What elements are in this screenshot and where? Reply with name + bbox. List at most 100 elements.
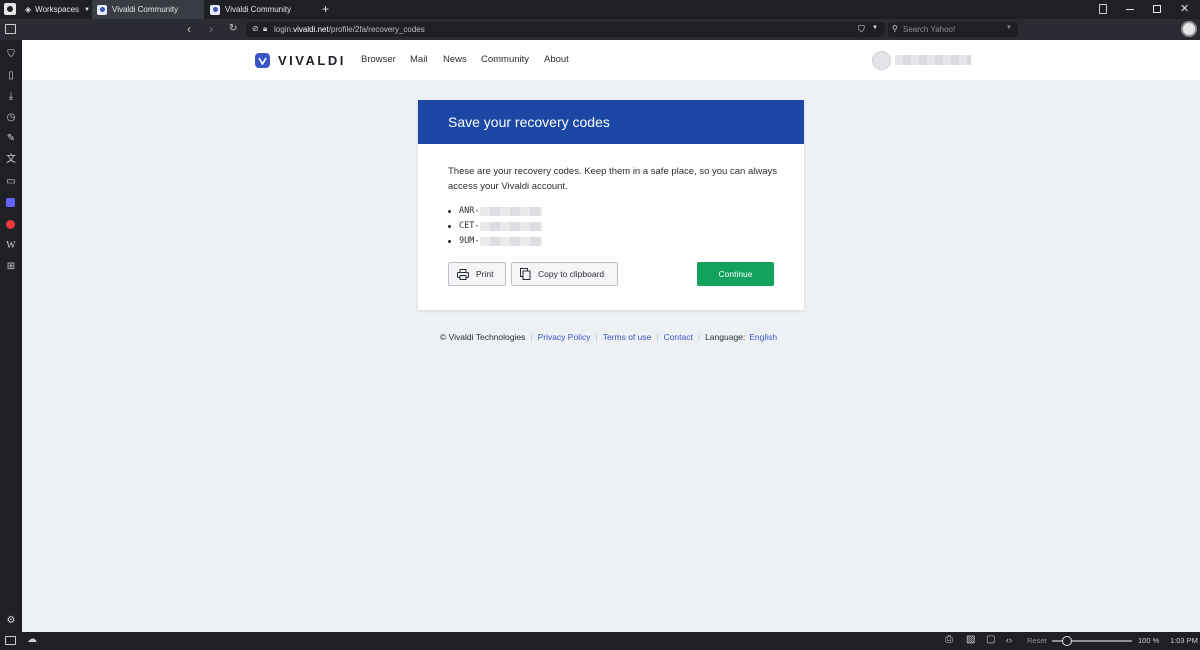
- profile-avatar-icon[interactable]: [1181, 21, 1197, 37]
- chevron-down-icon: ▼: [84, 6, 90, 13]
- username-redacted[interactable]: [895, 55, 971, 65]
- minimize-button[interactable]: [1126, 9, 1134, 10]
- page-actions-icon[interactable]: ‹›: [1006, 635, 1012, 645]
- add-web-panel-icon[interactable]: ⊞: [5, 261, 17, 273]
- workspaces-label: Workspaces: [35, 5, 80, 14]
- vivaldi-logo-icon: [255, 53, 270, 68]
- printer-icon: [457, 268, 469, 280]
- address-bar: ‹ › ↻ ⊘ 🔒︎ login.vivaldi.net/profile/2fa…: [0, 19, 1200, 40]
- recovery-code-item: CET-: [448, 221, 543, 231]
- print-label: Print: [476, 269, 494, 279]
- separator: |: [595, 332, 598, 342]
- workspaces-icon: ◈: [25, 5, 32, 14]
- code-redacted: [480, 236, 543, 246]
- bookmarks-panel-icon[interactable]: ⛉: [5, 49, 17, 61]
- lock-icon: 🔒︎: [263, 24, 268, 33]
- zoom-slider-handle[interactable]: [1062, 636, 1072, 646]
- vivaldi-menu-icon[interactable]: [4, 3, 16, 15]
- url-text: login.vivaldi.net/profile/2fa/recovery_c…: [274, 25, 425, 34]
- tab-title: Vivaldi Community: [112, 5, 179, 14]
- privacy-policy-link[interactable]: Privacy Policy: [538, 332, 591, 342]
- history-icon[interactable]: ◷: [5, 112, 17, 124]
- terms-of-use-link[interactable]: Terms of use: [603, 332, 652, 342]
- logo-text: VIVALDI: [278, 53, 346, 68]
- url-field[interactable]: ⊘ 🔒︎ login.vivaldi.net/profile/2fa/recov…: [246, 22, 885, 37]
- image-toggle-icon[interactable]: ▨: [966, 634, 975, 645]
- card-title: Save your recovery codes: [418, 100, 804, 144]
- code-redacted: [480, 206, 543, 216]
- card-description: These are your recovery codes. Keep them…: [448, 166, 777, 192]
- search-placeholder: Search Yahoo!: [903, 25, 956, 34]
- reload-icon[interactable]: ↻: [229, 23, 237, 34]
- nav-mail[interactable]: Mail: [410, 54, 427, 65]
- panel-toggle-icon[interactable]: [5, 636, 16, 645]
- separator: |: [656, 332, 659, 342]
- tab-bar: ◈ Workspaces ▼ Vivaldi Community Vivaldi…: [0, 0, 1200, 19]
- code-redacted: [480, 221, 543, 231]
- tab-stack-icon[interactable]: [1099, 4, 1107, 14]
- dropdown-icon[interactable]: ▼: [872, 25, 878, 31]
- nav-browser[interactable]: Browser: [361, 54, 396, 65]
- side-panel: ⛉ ▯ ⤓ ◷ ✎ 文 ▭ W ⊞ ⚙: [0, 40, 22, 632]
- close-button[interactable]: ✕: [1180, 2, 1189, 15]
- recovery-codes-card: Save your recovery codes These are your …: [418, 100, 804, 310]
- vivaldi-web-panel-icon[interactable]: [6, 220, 15, 229]
- vivaldi-logo[interactable]: VIVALDI: [255, 53, 346, 68]
- tab-vivaldi-community-active[interactable]: Vivaldi Community: [92, 0, 204, 19]
- vivaldi-favicon-icon: [210, 4, 220, 15]
- recovery-code-item: ANR-: [448, 206, 543, 216]
- separator: |: [530, 332, 533, 342]
- copy-icon: [520, 268, 531, 280]
- copy-label: Copy to clipboard: [538, 269, 605, 279]
- mastodon-icon[interactable]: [6, 198, 15, 207]
- forward-icon[interactable]: ›: [209, 22, 213, 36]
- search-icon: ⚲: [892, 24, 898, 33]
- capture-icon[interactable]: ⎙: [945, 634, 953, 645]
- language-select[interactable]: English: [749, 332, 777, 342]
- zoom-reset-button[interactable]: Reset: [1027, 636, 1047, 645]
- bullet: [448, 209, 451, 213]
- panel-toggle-icon[interactable]: [5, 24, 16, 34]
- chevron-down-icon[interactable]: ▼: [1006, 25, 1012, 31]
- notes-icon[interactable]: ✎: [5, 133, 17, 145]
- bullet: [448, 224, 451, 228]
- continue-button[interactable]: Continue: [697, 262, 774, 286]
- site-header: VIVALDI Browser Mail News Community Abou…: [22, 40, 1200, 80]
- code-prefix: ANR-: [459, 206, 480, 216]
- back-icon[interactable]: ‹: [187, 22, 191, 36]
- window-panel-icon[interactable]: ▭: [5, 176, 17, 188]
- site-info-icon[interactable]: ⊘: [252, 24, 259, 33]
- sync-cloud-icon[interactable]: ☁: [27, 634, 37, 645]
- tab-title: Vivaldi Community: [225, 5, 292, 14]
- contact-link[interactable]: Contact: [664, 332, 693, 342]
- page-content: VIVALDI Browser Mail News Community Abou…: [22, 40, 1200, 632]
- wikipedia-icon[interactable]: W: [5, 240, 17, 252]
- language-label: Language:: [705, 332, 746, 342]
- search-field[interactable]: ⚲ Search Yahoo! ▼: [888, 22, 1018, 37]
- bookmark-icon[interactable]: ⛉: [858, 24, 865, 35]
- page-tiling-icon[interactable]: ▢: [986, 634, 995, 645]
- print-button[interactable]: Print: [448, 262, 506, 286]
- code-prefix: 9UM-: [459, 236, 480, 246]
- bullet: [448, 239, 451, 243]
- workspaces-button[interactable]: ◈ Workspaces ▼: [25, 0, 91, 19]
- user-avatar[interactable]: [872, 51, 891, 70]
- status-bar: ☁ ⎙ ▨ ▢ ‹› Reset 100 % 1:03 PM: [0, 632, 1200, 650]
- settings-icon[interactable]: ⚙: [5, 615, 17, 627]
- translate-icon[interactable]: 文: [5, 154, 17, 166]
- recovery-code-item: 9UM-: [448, 236, 543, 246]
- nav-community[interactable]: Community: [481, 54, 529, 65]
- copy-to-clipboard-button[interactable]: Copy to clipboard: [511, 262, 618, 286]
- clock: 1:03 PM: [1170, 636, 1198, 645]
- downloads-icon[interactable]: ⤓: [5, 91, 17, 103]
- reading-list-icon[interactable]: ▯: [5, 70, 17, 82]
- tab-vivaldi-community[interactable]: Vivaldi Community: [205, 0, 317, 19]
- new-tab-button[interactable]: +: [322, 2, 329, 16]
- footer: © Vivaldi Technologies | Privacy Policy …: [440, 332, 777, 342]
- restore-button[interactable]: [1153, 5, 1161, 13]
- zoom-level: 100 %: [1138, 636, 1160, 645]
- nav-about[interactable]: About: [544, 54, 569, 65]
- vivaldi-favicon-icon: [97, 4, 107, 15]
- nav-news[interactable]: News: [443, 54, 467, 65]
- code-prefix: CET-: [459, 221, 480, 231]
